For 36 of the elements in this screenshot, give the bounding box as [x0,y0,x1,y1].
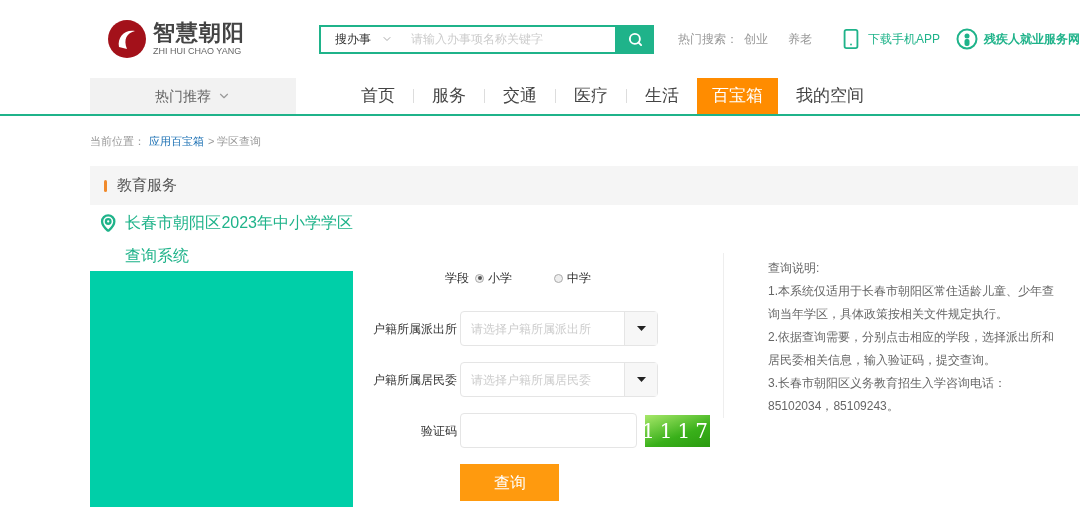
search-icon [628,31,644,47]
breadcrumb-label: 当前位置： [90,133,145,149]
instruction-text: 2.依据查询需要，分别点击相应的学段，选择派出所和居民委相关信息，输入验证码，提交查询。 [768,329,1055,369]
breadcrumb-link[interactable]: 应用百宝箱 [149,132,204,150]
instructions-title: 查询说明: [768,260,821,277]
instruction-text: 1.本系统仅适用于长春市朝阳区常住适龄儿童、少年查询当年学区，具体政策按相关文件规定执行。 [768,283,1055,323]
stage-radio[interactable]: 中学 [554,269,591,287]
hot-recommend-dropdown[interactable]: 热门推荐 [90,78,296,114]
captcha-input[interactable] [460,413,637,448]
instruction-text: 3.长春市朝阳区义务教育招生入学咨询电话：85102034，85109243。 [768,375,1007,415]
system-title: 长春市朝阳区2023年中小学学区 [125,213,353,233]
logo-pinyin: ZHI HUI CHAO YANG [153,47,243,56]
nav-tab[interactable]: 生活 [627,78,697,114]
system-title: 查询系统 [124,246,190,266]
dropdown-caret-icon [636,377,646,382]
field-label: 户籍所属居民委 [373,371,457,389]
nav-tab[interactable]: 服务 [414,78,484,114]
person-icon [956,28,978,50]
hot-search-label: 热门搜索： [678,31,738,48]
nav-tab[interactable]: 首页 [343,78,413,114]
location-pin-icon [99,213,118,233]
stage-label: 学段 [445,270,469,287]
breadcrumb-current: > 学区查询 [208,133,262,149]
search-button[interactable] [617,24,654,54]
section-title: 教育服务 [117,175,177,196]
logo-icon [107,19,147,59]
search-scope[interactable]: 搜办事 [320,30,411,48]
logo-name: 智慧朝阳 [153,22,245,44]
nav-tab[interactable]: 医疗 [556,78,626,114]
dropdown-caret-icon [636,326,646,331]
field-label: 验证码 [420,422,457,440]
nav-tab[interactable]: 交通 [485,78,555,114]
captcha-image: 1117 [645,414,710,447]
nav-tab[interactable]: 我的空间 [778,78,882,114]
stage-radio[interactable]: 小学 [475,269,512,287]
field-label: 户籍所属派出所 [373,320,457,338]
